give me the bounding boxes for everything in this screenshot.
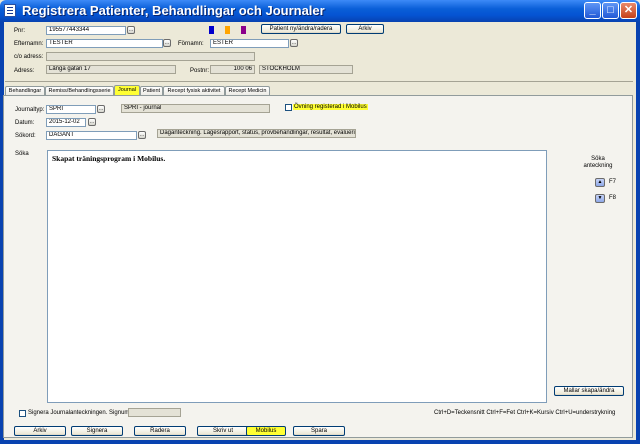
- sokord-label: Sökord:: [15, 133, 36, 139]
- tab-journal[interactable]: Journal: [114, 85, 140, 95]
- search-up-button[interactable]: ▲: [595, 178, 605, 187]
- mallar-button[interactable]: Mallar skapa/ändra: [554, 386, 624, 396]
- window-title: Registrera Patienter, Behandlingar och J…: [22, 3, 325, 18]
- header-divider: [5, 81, 633, 82]
- patient-new-edit-delete-button[interactable]: Patient ny/ändra/radera: [261, 24, 341, 34]
- journaltyp-description: SPRI - journal: [121, 104, 270, 113]
- color-swatch-orange: [225, 26, 230, 34]
- datum-field[interactable]: 2015-12-02: [46, 118, 86, 127]
- pnr-label: Pnr:: [14, 28, 26, 34]
- archive-button[interactable]: Arkiv: [346, 24, 384, 34]
- minimize-button[interactable]: _: [584, 2, 601, 19]
- close-button[interactable]: ✕: [620, 2, 637, 19]
- search-down-button[interactable]: ▼: [595, 194, 605, 203]
- window-frame-bottom: [0, 440, 640, 444]
- skriv-ut-button[interactable]: Skriv ut: [197, 426, 249, 436]
- tab-recept-medicin[interactable]: Recept Medicin: [225, 86, 270, 95]
- color-swatch-blue: [209, 26, 214, 34]
- signera-checkbox[interactable]: [19, 410, 26, 417]
- signera-label: Signera Journalanteckningen. Signum:: [28, 410, 132, 416]
- journaltyp-label: Journaltyp:: [15, 107, 45, 113]
- tab-behandlingar[interactable]: Behandlingar: [5, 86, 45, 95]
- tab-remiss[interactable]: Remiss/Behandlingsserie: [45, 86, 114, 95]
- postnr-field[interactable]: 100 06: [210, 65, 255, 74]
- efternamn-field[interactable]: TESTER: [46, 39, 163, 48]
- soka-label: Söka: [15, 151, 29, 157]
- pnr-lookup-button[interactable]: …: [127, 26, 135, 34]
- ovning-label: Övning registerad i Mobilus: [293, 104, 368, 110]
- postnr-label: Postnr:: [190, 68, 210, 74]
- ort-field[interactable]: STOCKHOLM: [259, 65, 353, 74]
- fornamn-lookup-button[interactable]: …: [290, 39, 298, 47]
- pnr-field[interactable]: 195577443344: [46, 26, 126, 35]
- window-frame-right: [636, 22, 640, 444]
- efternamn-label: Efternamn:: [14, 41, 44, 47]
- journaltyp-field[interactable]: SPRI: [46, 105, 96, 114]
- calendar-button[interactable]: …: [88, 118, 96, 126]
- shortcut-hint: Ctrl+D=Teckensnitt Ctrl+F=Fet Ctrl+K=Kur…: [434, 410, 616, 416]
- maximize-button[interactable]: □: [602, 2, 619, 19]
- f7-label: F7: [609, 179, 617, 185]
- color-swatch-purple: [241, 26, 246, 34]
- signum-field[interactable]: [128, 408, 181, 417]
- tab-patient[interactable]: Patient: [140, 86, 163, 95]
- search-note-label: Söka anteckning: [583, 156, 613, 169]
- adress-label: Adress:: [14, 68, 35, 74]
- journaltyp-lookup-button[interactable]: …: [97, 105, 105, 113]
- tab-recept-fysisk[interactable]: Recept fysisk aktivitet: [163, 86, 225, 95]
- journal-text-editor[interactable]: Skapat träningsprogram i Mobilus.: [47, 150, 547, 403]
- sokord-field[interactable]: DAGANT: [46, 131, 137, 140]
- co-address-field[interactable]: [46, 52, 255, 61]
- adress-field[interactable]: Långa gatan 17: [46, 65, 176, 74]
- spara-button[interactable]: Spara: [293, 426, 345, 436]
- co-address-label: c/o adress:: [14, 54, 44, 60]
- efternamn-lookup-button[interactable]: …: [163, 39, 171, 47]
- mobilus-button[interactable]: Mobilus: [246, 426, 286, 436]
- sokord-lookup-button[interactable]: …: [138, 131, 146, 139]
- ovning-checkbox[interactable]: [285, 104, 292, 111]
- radera-button[interactable]: Radera: [134, 426, 186, 436]
- fornamn-label: Förnamn:: [178, 41, 204, 47]
- sokord-description: Daganteckning. Lägesrapport, status, pro…: [157, 129, 356, 138]
- app-icon: [4, 4, 16, 17]
- arkiv-button[interactable]: Arkiv: [14, 426, 66, 436]
- signera-button[interactable]: Signera: [71, 426, 123, 436]
- datum-label: Datum:: [15, 120, 35, 126]
- fornamn-field[interactable]: ESTER: [210, 39, 289, 48]
- f8-label: F8: [609, 195, 617, 201]
